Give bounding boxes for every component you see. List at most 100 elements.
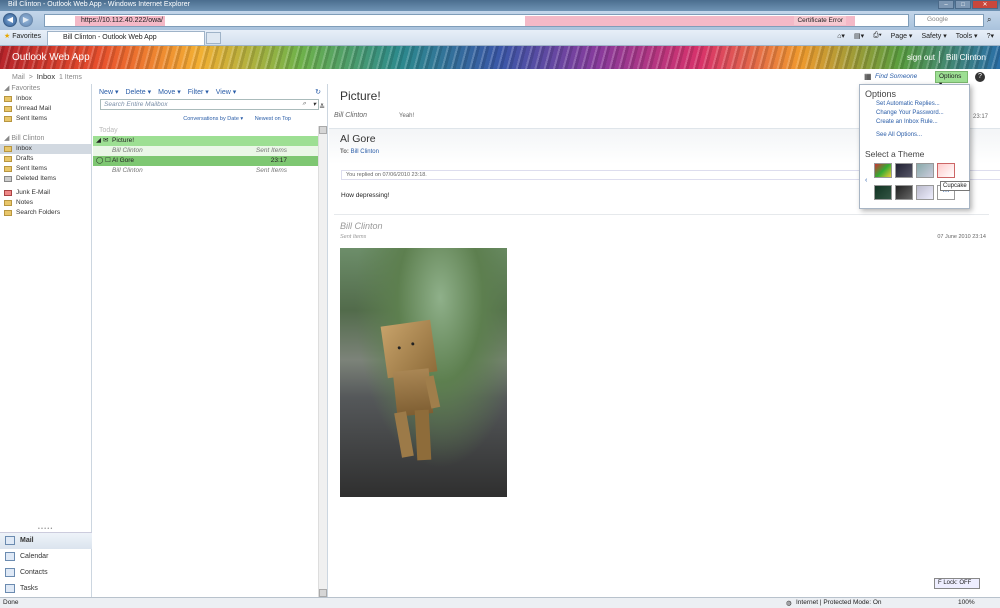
window-title: Bill Clinton - Outlook Web App - Windows… xyxy=(8,1,190,8)
delete-button[interactable]: Delete ▾ xyxy=(125,88,151,96)
folder-junk[interactable]: Junk E-Mail xyxy=(0,188,91,198)
to-recipient[interactable]: Bill Clinton xyxy=(351,149,379,155)
favorite-unread-label: Unread Mail xyxy=(16,105,52,112)
feeds-icon[interactable]: ▤▾ xyxy=(854,32,864,40)
forward-button[interactable]: ▶ xyxy=(19,13,33,27)
auto-replies-link[interactable]: Set Automatic Replies... xyxy=(876,101,940,107)
theme-swatch[interactable] xyxy=(874,163,892,178)
checkbox[interactable]: ☐ xyxy=(105,156,111,166)
theme-swatch[interactable] xyxy=(874,185,892,200)
mailbox-header[interactable]: ◢ Bill Clinton xyxy=(0,134,91,144)
all-options-link[interactable]: See All Options... xyxy=(876,132,922,138)
message-body: How depressing! xyxy=(341,192,390,199)
address-book-icon[interactable]: ▦ xyxy=(864,72,872,81)
filter-button[interactable]: Filter ▾ xyxy=(188,88,209,96)
find-someone-input[interactable]: Find Someone xyxy=(875,73,917,80)
conversation-subject: Al Gore xyxy=(112,157,135,164)
nav-tasks[interactable]: Tasks xyxy=(0,581,92,597)
expand-search-icon[interactable]: ≚ xyxy=(319,103,325,111)
close-button[interactable]: ✕ xyxy=(972,0,998,9)
favorite-sent[interactable]: Sent Items xyxy=(0,114,91,124)
change-password-link[interactable]: Change Your Password... xyxy=(876,110,944,116)
scroll-down[interactable] xyxy=(319,589,327,597)
new-tab-button[interactable] xyxy=(206,32,221,44)
inbox-rule-link[interactable]: Create an Inbox Rule... xyxy=(876,119,938,125)
nav-calendar[interactable]: Calendar xyxy=(0,549,92,565)
ie-commands: ⌂▾ ▤▾ ⎙▾ Page ▾ Safety ▾ Tools ▾ ?▾ xyxy=(837,32,994,40)
print-icon[interactable]: ⎙▾ xyxy=(873,32,882,40)
message-row[interactable]: Bill Clinton Sent Items xyxy=(93,166,327,176)
user-name[interactable]: Bill Clinton xyxy=(938,51,992,63)
favorite-inbox[interactable]: Inbox xyxy=(0,94,91,104)
mail-icon xyxy=(5,536,15,545)
refresh-icon[interactable]: ↻ xyxy=(315,88,321,96)
folder-icon xyxy=(4,96,12,102)
security-zone[interactable]: Internet | Protected Mode: On xyxy=(796,599,882,606)
view-button[interactable]: View ▾ xyxy=(216,88,237,96)
help-button[interactable]: ? xyxy=(975,72,985,82)
scroll-up[interactable] xyxy=(319,126,327,134)
mailbox-header-label: Bill Clinton xyxy=(11,135,45,142)
message-row[interactable]: Bill Clinton Sent Items xyxy=(93,146,327,156)
folder-junk-label: Junk E-Mail xyxy=(16,189,50,196)
address-input[interactable]: https://10.112.40.222/owa/ Certificate E… xyxy=(44,14,909,27)
search-options-icon[interactable]: ▾ xyxy=(313,100,316,108)
attached-photo xyxy=(340,248,507,497)
certificate-error[interactable]: Certificate Error xyxy=(794,16,846,25)
photo-eye xyxy=(397,346,401,350)
folder-icon xyxy=(4,200,12,206)
favorite-inbox-label: Inbox xyxy=(16,95,32,102)
move-button[interactable]: Move ▾ xyxy=(158,88,181,96)
folder-deleted[interactable]: Deleted Items xyxy=(0,174,91,184)
sort-order-button[interactable]: Newest on Top xyxy=(255,116,291,122)
safety-menu[interactable]: Safety ▾ xyxy=(921,32,946,40)
options-button[interactable]: Options ▾ xyxy=(935,71,968,88)
home-icon[interactable]: ⌂▾ xyxy=(837,32,845,40)
favorites-header[interactable]: ◢ Favorites xyxy=(0,84,91,94)
folder-drafts[interactable]: Drafts xyxy=(0,154,91,164)
favorite-unread[interactable]: Unread Mail xyxy=(0,104,91,114)
conversation-row-selected[interactable]: ◯ ☐ Al Gore 23:17 xyxy=(93,156,327,166)
help-icon[interactable]: ?▾ xyxy=(987,32,994,40)
theme-swatch[interactable] xyxy=(916,163,934,178)
message-time: 23:17 xyxy=(270,157,287,164)
theme-swatch[interactable] xyxy=(895,185,913,200)
item-count: 1 Items xyxy=(58,74,82,81)
nav-mail[interactable]: Mail xyxy=(0,533,92,549)
conversation-row[interactable]: ◢ ✉ Picture! xyxy=(93,136,327,146)
back-button[interactable]: ◀ xyxy=(3,13,17,27)
search-icon[interactable]: ⌕ xyxy=(987,15,991,25)
zoom-level[interactable]: 100% xyxy=(958,599,975,606)
message-list-pane: New ▾ Delete ▾ Move ▾ Filter ▾ View ▾ ↻ … xyxy=(93,84,328,597)
folder-icon xyxy=(4,116,12,122)
search-input[interactable]: Search Entire Mailbox ⌕ ▾ xyxy=(100,99,319,110)
favorites-button[interactable]: ★ Favorites xyxy=(4,32,41,40)
tools-menu[interactable]: Tools ▾ xyxy=(956,32,978,40)
favorite-sent-label: Sent Items xyxy=(16,115,48,122)
theme-swatch[interactable] xyxy=(895,163,913,178)
new-button[interactable]: New ▾ xyxy=(99,88,118,96)
page-menu[interactable]: Page ▾ xyxy=(891,32,913,40)
minimize-button[interactable]: – xyxy=(938,0,954,9)
sign-out-link[interactable]: sign out xyxy=(907,53,935,62)
maximize-button[interactable]: □ xyxy=(955,0,971,9)
theme-swatch[interactable] xyxy=(916,185,934,200)
folder-icon xyxy=(4,146,12,152)
folder-deleted-label: Deleted Items xyxy=(16,175,57,182)
theme-prev-icon[interactable]: ‹ xyxy=(865,177,867,184)
photo-leg xyxy=(414,409,432,461)
folder-notes[interactable]: Notes xyxy=(0,198,91,208)
folder-search[interactable]: Search Folders xyxy=(0,208,91,218)
breadcrumb-mail[interactable]: Mail xyxy=(12,74,25,81)
list-scrollbar[interactable] xyxy=(318,126,327,597)
theme-swatch-cupcake[interactable] xyxy=(937,163,955,178)
search-box[interactable]: Google xyxy=(914,14,984,27)
search-icon[interactable]: ⌕ xyxy=(302,100,306,108)
sort-by-button[interactable]: Conversations by Date ▾ xyxy=(183,116,243,122)
collapse-icon[interactable]: ◢ xyxy=(96,136,101,146)
folder-inbox[interactable]: Inbox xyxy=(0,144,91,154)
second-from: Bill Clinton xyxy=(340,221,383,231)
nav-contacts[interactable]: Contacts xyxy=(0,565,92,581)
folder-sent[interactable]: Sent Items xyxy=(0,164,91,174)
browser-tab[interactable]: Bill Clinton - Outlook Web App xyxy=(47,31,205,45)
